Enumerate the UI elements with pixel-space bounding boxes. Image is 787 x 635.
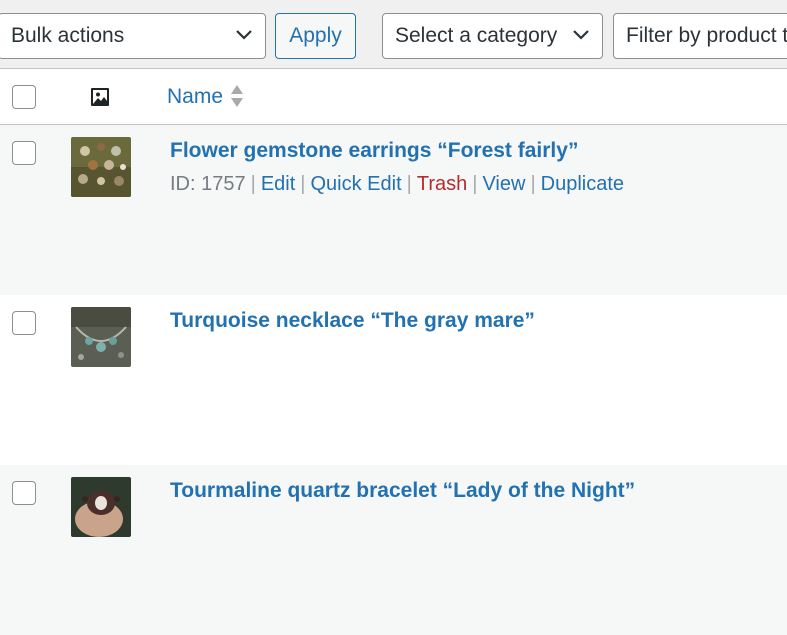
product-thumbnail[interactable] [71, 137, 131, 197]
bulk-actions-select[interactable]: Bulk actions [0, 13, 266, 59]
product-type-filter-label: Filter by product t [626, 24, 787, 47]
product-thumbnail[interactable] [71, 477, 131, 537]
separator: | [472, 173, 478, 195]
row-checkbox[interactable] [12, 141, 36, 165]
duplicate-link[interactable]: Duplicate [541, 173, 624, 195]
select-all-checkbox[interactable] [12, 85, 36, 109]
bracelet-photo-icon [71, 477, 131, 537]
products-table: Name Flower gemstone earrings “Forest fa… [0, 68, 787, 635]
tablenav-top: Bulk actions Apply Select a category Fil… [0, 0, 787, 68]
chevron-down-icon [573, 30, 589, 40]
view-link[interactable]: View [482, 173, 525, 195]
category-select[interactable]: Select a category [382, 13, 603, 59]
row-actions: ID: 1757 | Edit | Quick Edit | Trash | View | Dupl… [170, 173, 624, 196]
trash-link[interactable]: Trash [417, 173, 467, 195]
table-header: Name [0, 69, 787, 125]
quick-edit-link[interactable]: Quick Edit [310, 173, 401, 195]
edit-link[interactable]: Edit [261, 173, 295, 195]
category-select-label: Select a category [395, 24, 558, 47]
product-thumbnail[interactable] [71, 307, 131, 367]
separator: | [300, 173, 306, 195]
separator: | [406, 173, 412, 195]
product-type-filter-select[interactable]: Filter by product t [613, 13, 787, 59]
image-icon [91, 88, 109, 106]
product-id: ID: 1757 [170, 173, 246, 195]
table-row: Turquoise necklace “The gray mare” [0, 295, 787, 465]
product-title-link[interactable]: Tourmaline quartz bracelet “Lady of the … [170, 479, 635, 503]
table-row: Tourmaline quartz bracelet “Lady of the … [0, 465, 787, 635]
chevron-down-icon [236, 30, 252, 40]
table-row: Flower gemstone earrings “Forest fairly”… [0, 125, 787, 295]
separator: | [250, 173, 256, 195]
row-checkbox[interactable] [12, 481, 36, 505]
earrings-photo-icon [71, 137, 131, 197]
sort-arrows-icon[interactable] [230, 83, 244, 109]
necklace-photo-icon [71, 307, 131, 367]
row-checkbox[interactable] [12, 311, 36, 335]
bulk-actions-label: Bulk actions [11, 24, 125, 47]
apply-button[interactable]: Apply [275, 13, 356, 59]
separator: | [530, 173, 536, 195]
product-title-link[interactable]: Turquoise necklace “The gray mare” [170, 309, 535, 333]
name-column-header[interactable]: Name [167, 85, 223, 109]
product-title-link[interactable]: Flower gemstone earrings “Forest fairly” [170, 139, 578, 163]
